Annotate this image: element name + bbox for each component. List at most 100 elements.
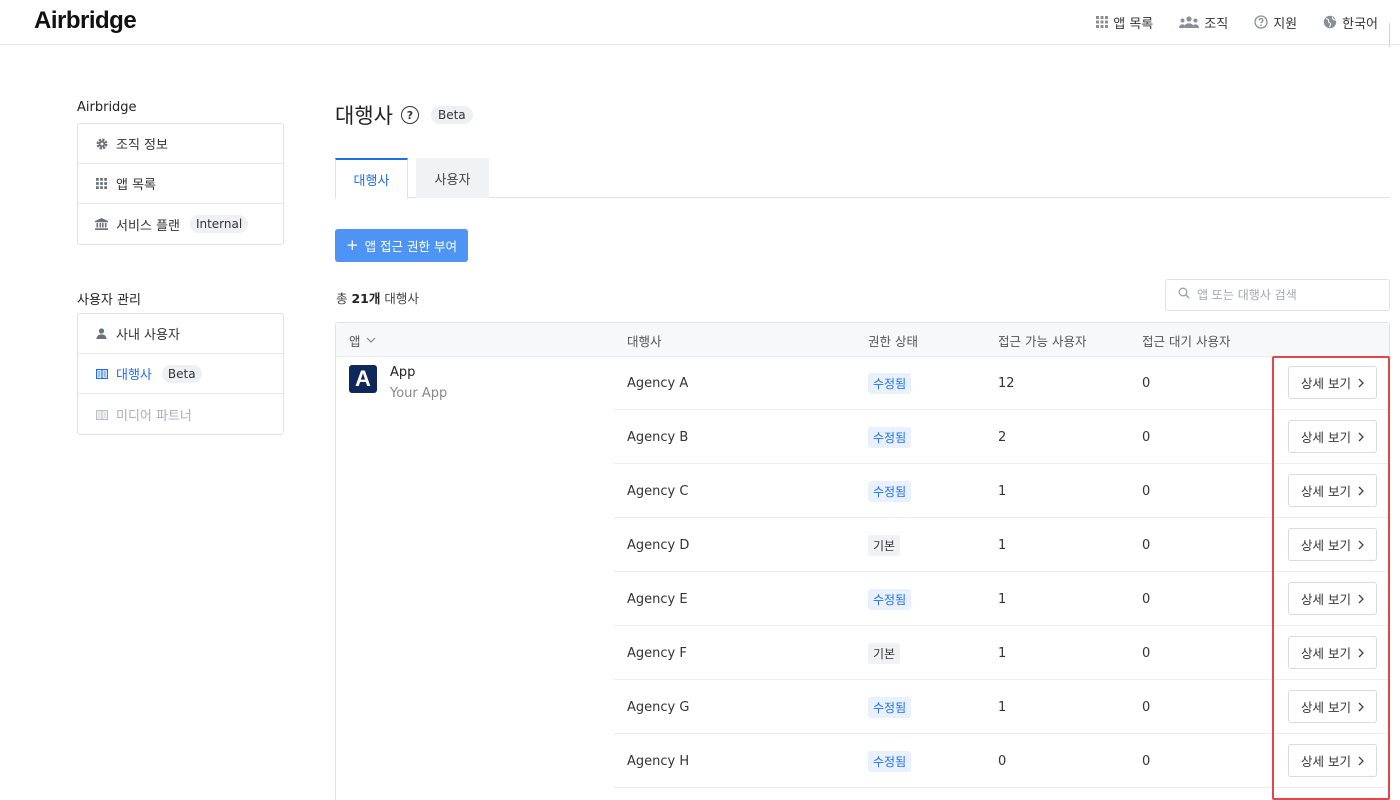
column-header-pending-users: 접근 대기 사용자 (1142, 333, 1231, 349)
column-header-app[interactable]: 앱 (349, 323, 376, 357)
status-cell: 수정됨 (868, 410, 912, 464)
app-name: App (390, 365, 416, 380)
column-header-accessible-users: 접근 가능 사용자 (998, 333, 1087, 349)
view-details-button[interactable]: 상세 보기 (1288, 582, 1377, 615)
sidebar-item-label: 앱 목록 (116, 178, 157, 193)
app-logo-icon: A (349, 365, 377, 393)
sidebar-item-internal-users[interactable]: 사내 사용자 (78, 314, 283, 354)
status-cell: 수정됨 (868, 572, 912, 626)
building-icon (95, 368, 108, 379)
agency-name: Agency G (627, 699, 690, 715)
agency-table: 앱 대행사 권한 상태 접근 가능 사용자 접근 대기 사용자 A App Yo… (335, 322, 1390, 800)
sidebar-section-user-mgmt-title: 사용자 관리 (77, 293, 141, 308)
status-badge: 수정됨 (868, 750, 912, 772)
view-details-button[interactable]: 상세 보기 (1288, 528, 1377, 561)
pending-users-count: 0 (1142, 699, 1151, 715)
status-cell: 수정됨 (868, 464, 912, 518)
sidebar-item-label: 대행사 (116, 368, 152, 383)
tab-bar: 대행사 사용자 (335, 158, 1390, 199)
sidebar-item-agencies[interactable]: 대행사 Beta (78, 354, 283, 394)
topnav-language-label: 한국어 (1342, 16, 1378, 32)
search-input[interactable] (1197, 288, 1377, 302)
view-details-button[interactable]: 상세 보기 (1288, 474, 1377, 507)
chevron-right-icon (1358, 540, 1364, 550)
app-logo[interactable]: Airbridge (34, 7, 137, 35)
view-details-button[interactable]: 상세 보기 (1288, 744, 1377, 777)
grid-icon (1096, 16, 1109, 28)
accessible-users-count: 1 (998, 645, 1007, 661)
sidebar-item-service-plan[interactable]: 서비스 플랜 Internal (78, 204, 283, 244)
gear-icon (95, 138, 108, 150)
total-count: 총 21개 대행사 (336, 288, 419, 307)
chevron-right-icon (1358, 594, 1364, 604)
table-row: Agency F 기본 1 0 상세 보기 (614, 626, 1389, 680)
help-circle-icon (1254, 15, 1268, 29)
total-suffix: 대행사 (380, 291, 419, 306)
accessible-users-count: 0 (998, 753, 1007, 769)
sidebar-item-label: 서비스 플랜 (116, 218, 180, 234)
status-badge: 수정됨 (868, 372, 912, 394)
agency-name: Agency A (627, 375, 689, 391)
help-icon[interactable]: ? (400, 106, 419, 124)
pending-users-count: 0 (1142, 591, 1151, 607)
table-row: Agency H 수정됨 0 0 상세 보기 (614, 734, 1389, 788)
topnav-language[interactable]: 한국어 (1323, 13, 1390, 47)
internal-tag: Internal (189, 215, 249, 233)
view-details-button[interactable]: 상세 보기 (1288, 690, 1377, 723)
topnav-organization-label: 조직 (1204, 16, 1229, 32)
total-prefix: 총 (336, 291, 352, 306)
table-row: Agency A 수정됨 12 0 상세 보기 (614, 356, 1389, 410)
pending-users-count: 0 (1142, 645, 1151, 661)
grid-icon (95, 178, 108, 189)
agency-name: Agency E (627, 591, 688, 607)
table-row: Agency D 기본 1 0 상세 보기 (614, 518, 1389, 572)
status-badge: 기본 (868, 642, 901, 664)
tab-users[interactable]: 사용자 (416, 158, 489, 198)
table-row: Agency B 수정됨 2 0 상세 보기 (614, 410, 1389, 464)
chevron-right-icon (1358, 756, 1364, 766)
column-header-app-label: 앱 (349, 333, 361, 349)
status-cell: 수정됨 (868, 734, 912, 788)
page-header: 대행사 ? Beta (335, 100, 473, 130)
chevron-right-icon (1358, 648, 1364, 658)
chevron-right-icon (1358, 378, 1364, 388)
view-details-button[interactable]: 상세 보기 (1288, 420, 1377, 453)
people-icon (1179, 16, 1200, 28)
building-icon (95, 409, 108, 420)
status-badge: 수정됨 (868, 426, 912, 448)
grant-app-access-button[interactable]: + 앱 접근 권한 부여 (335, 229, 468, 262)
pending-users-count: 0 (1142, 753, 1151, 769)
total-number: 21개 (351, 291, 381, 306)
status-cell: 기본 (868, 518, 901, 572)
status-badge: 수정됨 (868, 480, 912, 502)
sidebar-item-app-list[interactable]: 앱 목록 (78, 164, 283, 204)
sidebar-item-org-info[interactable]: 조직 정보 (78, 124, 283, 164)
sidebar-item-media-partners[interactable]: 미디어 파트너 (78, 394, 283, 434)
view-details-button[interactable]: 상세 보기 (1288, 366, 1377, 399)
agency-name: Agency C (627, 483, 689, 499)
view-details-label: 상세 보기 (1301, 592, 1351, 607)
view-details-label: 상세 보기 (1301, 538, 1351, 553)
grant-app-access-label: 앱 접근 권한 부여 (364, 239, 457, 254)
view-details-button[interactable]: 상세 보기 (1288, 636, 1377, 669)
page-title: 대행사 (335, 104, 393, 128)
divider (1389, 22, 1390, 47)
status-badge: 수정됨 (868, 588, 912, 610)
topnav-support[interactable]: 지원 (1254, 13, 1297, 32)
sidebar-section-airbridge: 조직 정보 앱 목록 서비스 플랜 Internal (77, 123, 284, 245)
pending-users-count: 0 (1142, 429, 1151, 445)
topnav-apps-label: 앱 목록 (1113, 16, 1154, 32)
search-icon (1178, 287, 1190, 303)
app-cell: A App Your App (349, 365, 447, 402)
search-box[interactable] (1165, 279, 1390, 311)
status-cell: 수정됨 (868, 356, 912, 410)
sidebar-section-user-mgmt: 사내 사용자 대행사 Beta 미디어 파트너 (77, 313, 284, 435)
chevron-right-icon (1358, 432, 1364, 442)
topnav-organization[interactable]: 조직 (1179, 13, 1228, 32)
topnav-apps[interactable]: 앱 목록 (1096, 13, 1153, 32)
agency-name: Agency D (627, 537, 690, 553)
tab-agencies[interactable]: 대행사 (335, 158, 408, 199)
accessible-users-count: 1 (998, 591, 1007, 607)
chevron-down-icon (366, 337, 376, 343)
accessible-users-count: 1 (998, 483, 1007, 499)
